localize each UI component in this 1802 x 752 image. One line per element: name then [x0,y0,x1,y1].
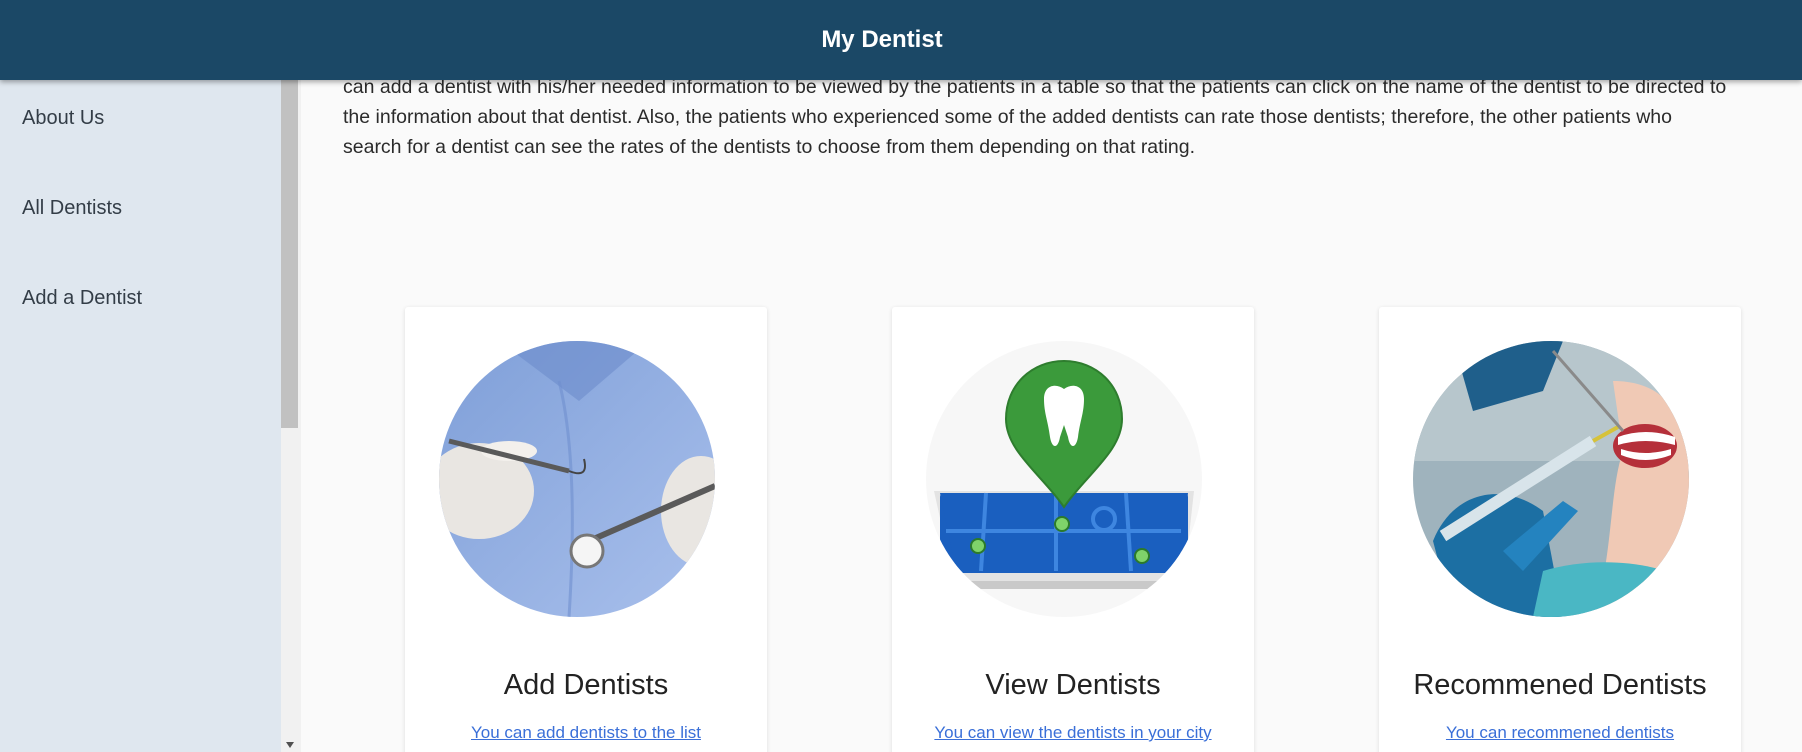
intro-line: the information about that dentist. Also… [343,106,1672,128]
card-title: Recommened Dentists [1413,669,1707,701]
main-content: can add a dentist with his/her needed in… [301,0,1802,752]
card-view-dentists: View Dentists You can view the dentists … [892,307,1254,752]
app-title: My Dentist [821,26,943,53]
scroll-down-arrow-icon[interactable] [286,742,294,748]
sidebar-scrollbar-thumb[interactable] [281,80,298,428]
app-header: My Dentist [0,0,1802,80]
intro-line: search for a dentist can see the rates o… [343,136,1196,158]
sidebar-item-about-us[interactable]: About Us [22,107,104,130]
app-root: My Dentist About Us All Dentists Add a D… [0,0,1802,752]
sidebar-item-all-dentists[interactable]: All Dentists [22,197,122,220]
dentist-map-image [926,341,1202,617]
card-title: Add Dentists [503,669,669,701]
card-link-view-dentists[interactable]: You can view the dentists in your city [892,723,1254,743]
dental-tools-image [439,341,715,617]
sidebar-item-add-dentist[interactable]: Add a Dentist [22,287,142,310]
sidebar: About Us All Dentists Add a Dentist [0,80,281,752]
intro-paragraph: can add a dentist with his/her needed in… [343,72,1802,162]
card-link-add-dentists[interactable]: You can add dentists to the list [405,723,767,743]
sidebar-scrollbar[interactable] [281,80,301,752]
card-link-recommend-dentists[interactable]: You can recommened dentists [1379,723,1741,743]
dental-treatment-image [1413,341,1689,617]
card-add-dentists: Add Dentists You can add dentists to the… [405,307,767,752]
card-title: View Dentists [985,669,1161,701]
card-recommend-dentists: Recommened Dentists You can recommened d… [1379,307,1741,752]
